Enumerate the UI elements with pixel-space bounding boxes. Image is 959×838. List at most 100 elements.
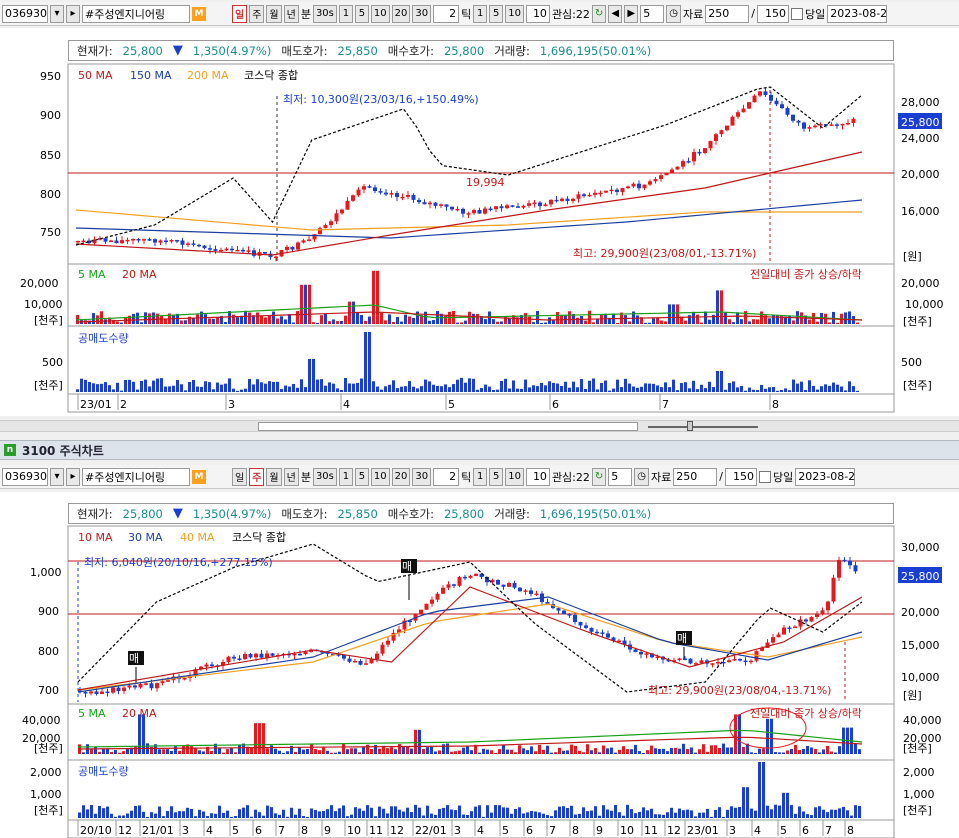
top-candle [802,122,806,129]
top-volume-bar [636,315,639,324]
m-badge-icon-2[interactable]: M [192,469,206,484]
b-short-bar [246,805,249,818]
code-input-2[interactable]: 036930 [2,467,48,486]
b-volume-bar [794,744,797,754]
tick2-count-input-2[interactable]: 10 [525,467,550,486]
b-short-bar [438,808,441,818]
max-count-input-2[interactable]: 150 [724,467,757,486]
bot-x-label: 3 [182,824,189,837]
b-volume-bar [810,747,813,754]
top-scrollbar[interactable] [0,420,959,432]
tick-5-button-2[interactable]: 5 [354,467,369,486]
top-short-bar [156,378,159,392]
b-short-bar [158,806,161,818]
bot-candle [138,683,143,688]
top-candle [450,206,454,210]
stock-name-field-2[interactable]: #주성엔지니어링 [82,467,190,486]
b-short-bar [90,804,93,818]
top-short-bar [84,379,87,392]
b-volume-bar [194,748,197,754]
period-day-button-2[interactable]: 일 [232,467,248,486]
top-short-bar [372,381,375,392]
top-short-bar [392,380,395,392]
tick-30s-button-2[interactable]: 30s [312,467,337,486]
data-count-select-2[interactable]: 250 [673,467,718,486]
zoom-slider[interactable] [648,426,758,428]
watch-num-input-2[interactable]: 5 [608,467,633,486]
b-volume-bar [694,752,697,754]
top-short-bar [204,381,207,392]
b-short-bar [626,804,629,818]
b-short-bar [786,792,789,818]
top-short-bar [376,386,379,392]
code-dropdown-button-2[interactable]: ▾ [50,467,64,486]
b-volume-bar [210,750,213,754]
top-short-bar [660,387,663,392]
bot-candle [83,691,88,694]
top-candle [175,240,179,242]
b-volume-bar [550,752,553,754]
b-volume-bar [770,718,773,754]
tick2-1-button-2[interactable]: 1 [473,467,488,486]
top-volume-bar [404,314,407,324]
bot-candle [424,603,429,610]
top-volume-bar [692,311,695,324]
date-input-2[interactable]: 2023-08-2 [795,467,856,486]
top-volume-bar [368,316,371,324]
tick-1-button-2[interactable]: 1 [338,467,353,486]
top-short-bar [608,390,611,392]
top-short-bar [804,390,807,392]
tick-30-button-2[interactable]: 30 [412,467,432,486]
bot-candle [815,614,819,617]
top-volume-bar [624,315,627,324]
vol-axis-20000: 20,000 [20,277,59,290]
b-short-bar [546,815,549,818]
top-short-bar [180,384,183,392]
refresh-icon-2[interactable]: ↻ [591,467,607,486]
top-volume-bar [740,319,743,324]
top-candle [840,123,845,126]
bottom-chart-svg: 10 MA 30 MA 40 MA 코스닥 종합 최저: 6,040원(20/1… [22,525,942,838]
top-short-bar [436,385,439,392]
tick2-10-button-2[interactable]: 10 [505,467,524,486]
top-short-bar [772,387,775,392]
top-candle [791,114,795,121]
bot-x-label: 6 [526,824,533,837]
tick-10-button-2[interactable]: 10 [370,467,390,486]
b-volume-bar [278,750,281,754]
top-short-bar [776,390,779,392]
top-candle [774,100,779,105]
today-checkbox-2[interactable] [758,470,771,483]
b-short-bar [322,811,325,818]
b-short-bar [818,806,821,818]
b-volume-bar [670,747,673,754]
period-year-button-2[interactable]: 년 [283,467,299,486]
period-month-button-2[interactable]: 월 [266,467,282,486]
b-volume-bar [654,748,657,754]
search-button-2[interactable]: ▸ [66,467,80,486]
tick-20-button-2[interactable]: 20 [391,467,411,486]
b-volume-bar [630,749,633,754]
bot-candle [160,681,165,684]
bot-candle [441,587,445,594]
b-short-bar [506,807,509,818]
bot-x-label: 5 [780,824,787,837]
top-short-bar [360,378,363,392]
top-short-bar [648,383,651,392]
tick2-5-button-2[interactable]: 5 [489,467,504,486]
bot-candle [826,601,830,611]
top-short-bar [208,382,211,392]
zoom-slider-handle[interactable] [687,421,693,431]
clock-icon-2[interactable]: ◷ [634,467,650,486]
top-short-bar [796,383,799,392]
top-short-bar [312,359,315,392]
bot-candle [853,565,858,572]
top-scroll-thumb[interactable] [258,422,638,431]
period-week-button-2[interactable]: 주 [249,467,265,486]
b-volume-bar [414,729,417,754]
top-short-bar [844,390,847,392]
tick-count-input-2[interactable]: 2 [433,467,460,486]
top-short-bar [824,384,827,392]
b-short-axis-r-unit: [천주] [903,803,932,817]
top-volume-bar [392,322,395,324]
